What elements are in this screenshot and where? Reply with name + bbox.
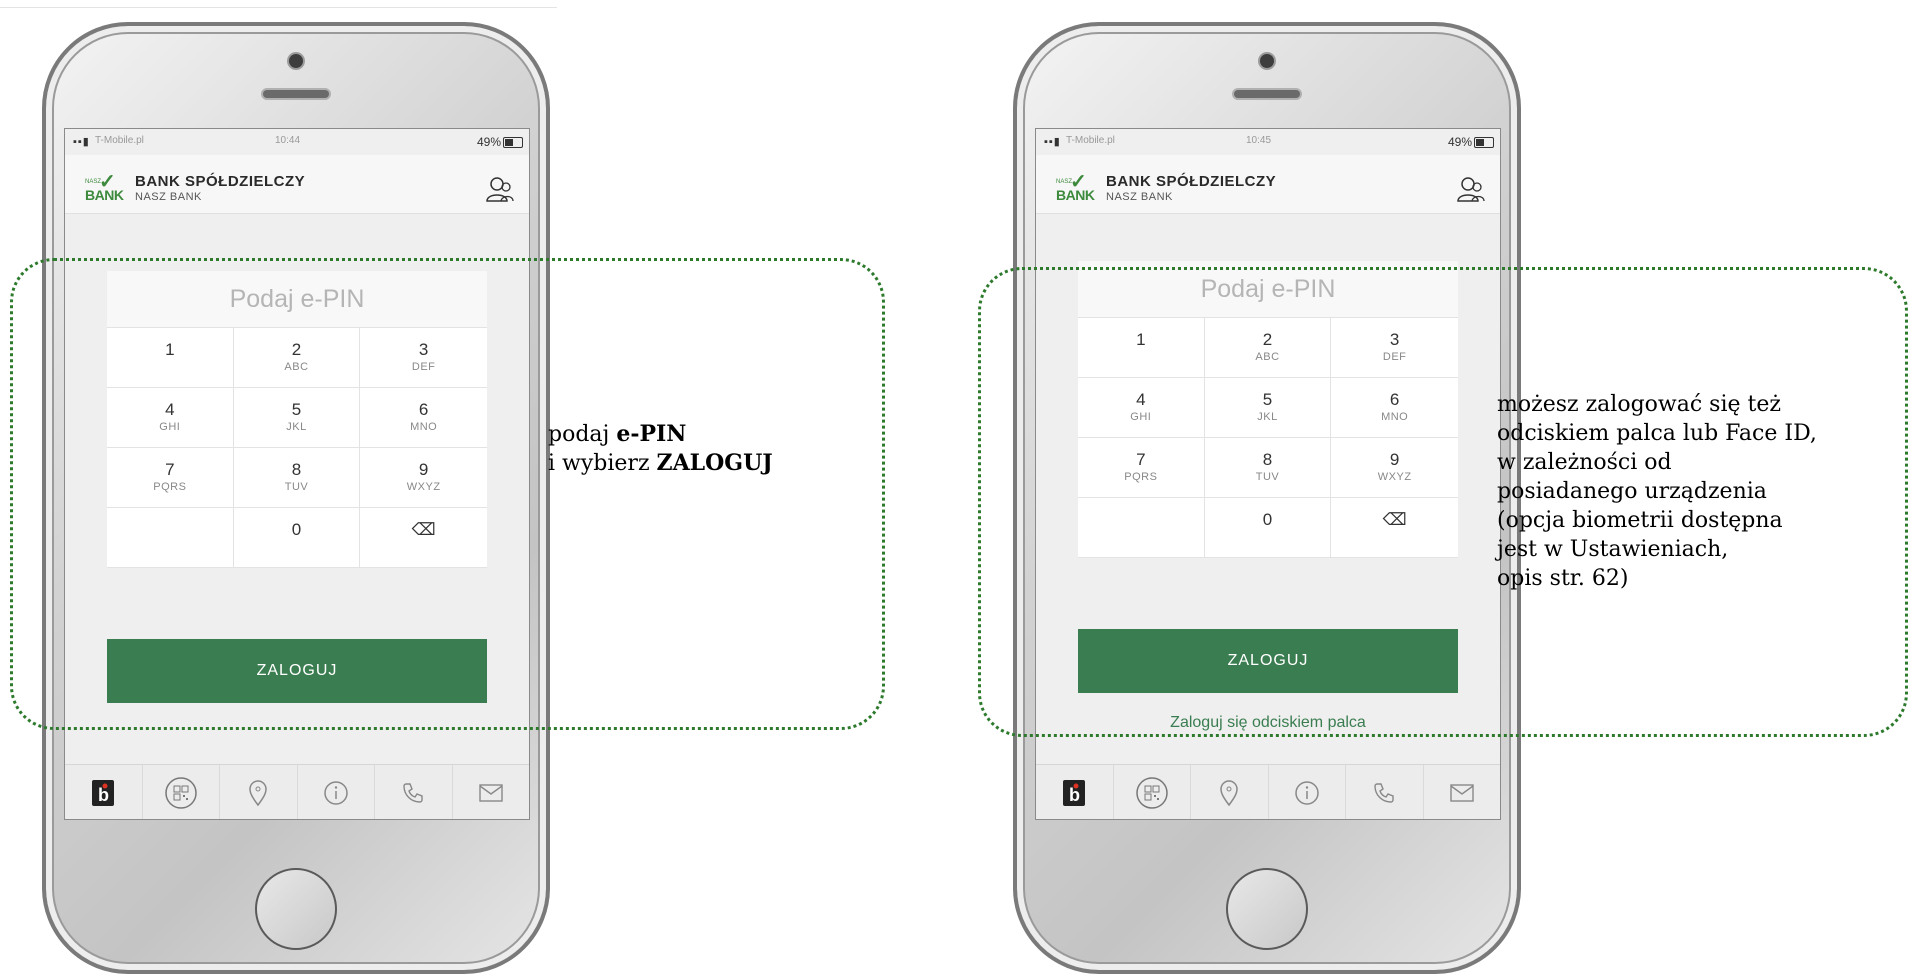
bs-logo-icon: b — [1063, 779, 1086, 806]
location-pin-icon — [249, 779, 268, 806]
tab-phone[interactable] — [375, 765, 453, 819]
tab-mail[interactable] — [453, 765, 530, 819]
tab-location[interactable] — [1191, 765, 1269, 819]
carrier-name: T-Mobile.pl — [1066, 135, 1115, 146]
tab-location[interactable] — [220, 765, 298, 819]
caption-line: opis str. 62) — [1497, 566, 1629, 591]
tab-home[interactable]: b — [1036, 765, 1114, 819]
bs-logo-icon: b — [92, 779, 115, 806]
signal-icon: ▪▪▮ — [73, 136, 90, 148]
signal-icon: ▪▪▮ — [1044, 136, 1061, 148]
tab-home[interactable]: b — [65, 765, 143, 819]
caption-left: podaj e-PIN i wybierz ZALOGUJ — [548, 421, 773, 476]
qr-code-icon — [1136, 776, 1168, 809]
tab-info[interactable] — [1269, 765, 1346, 819]
user-switch-icon[interactable] — [485, 175, 515, 203]
tab-qr[interactable] — [143, 765, 220, 819]
battery-icon — [1474, 137, 1494, 148]
front-camera — [1260, 54, 1274, 68]
caption-right: możesz zalogować się też odciskiem palca… — [1497, 390, 1817, 593]
battery-level: 49% — [1447, 135, 1472, 149]
bank-title: BANK SPÓŁDZIELCZY — [135, 173, 306, 190]
battery-level: 49% — [476, 135, 501, 149]
tab-phone[interactable] — [1346, 765, 1424, 819]
caption-line: odciskiem palca lub Face ID, — [1497, 421, 1817, 446]
home-button[interactable] — [1226, 868, 1308, 950]
tab-mail[interactable] — [1424, 765, 1501, 819]
status-time: 10:45 — [1246, 135, 1272, 146]
phone-icon — [1374, 782, 1394, 803]
tab-qr[interactable] — [1114, 765, 1191, 819]
bank-logo: ✓ NASZ BANK — [1056, 171, 1095, 203]
bank-title: BANK SPÓŁDZIELCZY — [1106, 173, 1277, 190]
home-button[interactable] — [255, 868, 337, 950]
info-icon — [1295, 780, 1319, 805]
carrier-name: T-Mobile.pl — [95, 135, 144, 146]
status-time: 10:44 — [275, 135, 301, 146]
top-divider-line — [0, 7, 557, 8]
battery-icon — [503, 137, 523, 148]
user-switch-icon[interactable] — [1456, 175, 1486, 203]
highlight-frame-left — [10, 258, 885, 730]
tab-info[interactable] — [298, 765, 375, 819]
bottom-tab-bar: b — [1036, 764, 1501, 819]
mail-icon — [1450, 783, 1474, 802]
info-icon — [324, 780, 348, 805]
bank-subtitle: NASZ BANK — [135, 191, 202, 203]
bank-subtitle: NASZ BANK — [1106, 191, 1173, 203]
mail-icon — [479, 783, 503, 802]
front-camera — [289, 54, 303, 68]
location-pin-icon — [1220, 779, 1239, 806]
caption-line: jest w Ustawieniach, — [1497, 537, 1729, 562]
caption-line: w zależności od — [1497, 450, 1672, 475]
qr-code-icon — [165, 776, 197, 809]
phone-icon — [403, 782, 423, 803]
caption-line: posiadanego urządzenia — [1497, 479, 1767, 504]
bottom-tab-bar: b — [65, 764, 530, 819]
caption-line: możesz zalogować się też — [1497, 392, 1781, 417]
app-header: ✓ NASZ BANK BANK SPÓŁDZIELCZY NASZ BANK — [1036, 155, 1500, 214]
status-bar: ▪▪▮ T-Mobile.pl 10:44 49% — [65, 129, 529, 155]
app-header: ✓ NASZ BANK BANK SPÓŁDZIELCZY NASZ BANK — [65, 155, 529, 214]
caption-line: (opcja biometrii dostępna — [1497, 508, 1783, 533]
earpiece-speaker — [263, 90, 329, 98]
status-bar: ▪▪▮ T-Mobile.pl 10:45 49% — [1036, 129, 1500, 155]
bank-logo: ✓ NASZ BANK — [85, 171, 124, 203]
earpiece-speaker — [1234, 90, 1300, 98]
